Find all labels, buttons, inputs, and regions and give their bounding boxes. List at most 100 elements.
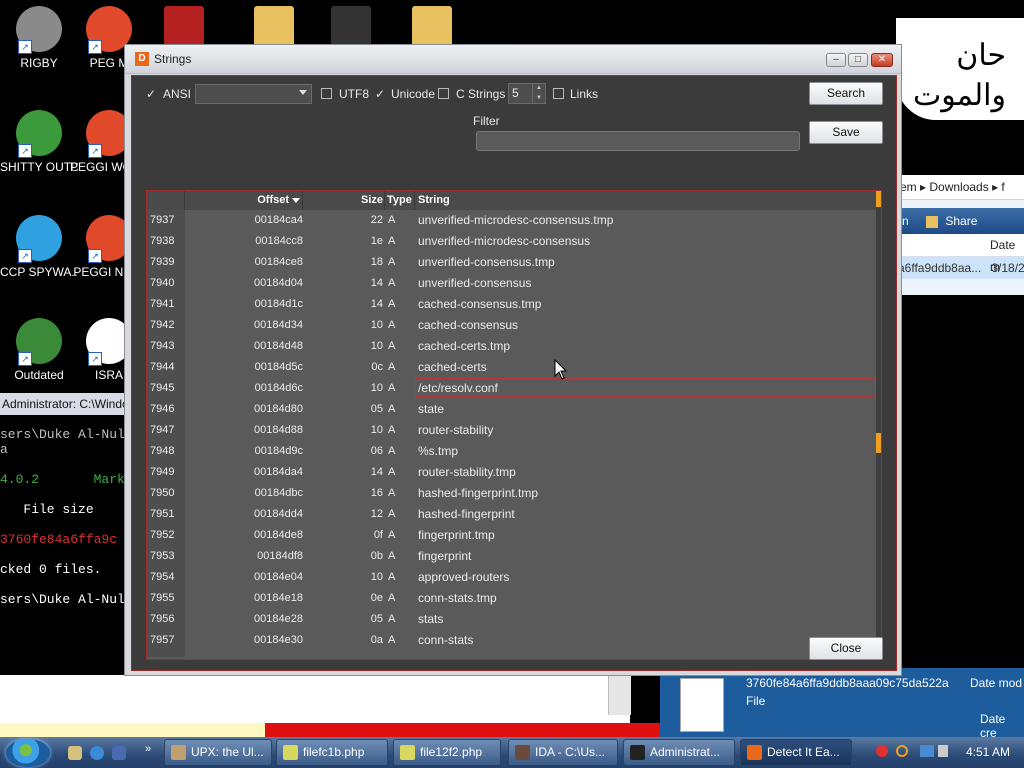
desktop-icon[interactable]: ↗ SHITTY OUTDAT...: [0, 110, 78, 174]
share-button[interactable]: Share: [945, 214, 977, 228]
unicode-check-icon[interactable]: ✓: [375, 86, 385, 102]
row-type: A: [388, 235, 396, 247]
table-row[interactable]: 7940 00184d04 14 Aunverified-consensus: [147, 273, 881, 294]
table-row[interactable]: 7957 00184e30 0a Aconn-stats: [147, 630, 881, 651]
table-row[interactable]: 7941 00184d1c 14 Acached-consensus.tmp: [147, 294, 881, 315]
save-button[interactable]: Save: [809, 121, 883, 144]
quicklaunch-chevron-icon[interactable]: »: [145, 743, 151, 755]
table-row[interactable]: 7942 00184d34 10 Acached-consensus: [147, 315, 881, 336]
die-icon: [747, 745, 762, 760]
taskbar-button[interactable]: Detect It Ea...: [740, 739, 852, 766]
column-header-offset[interactable]: Offset: [185, 191, 303, 210]
network-icon[interactable]: [920, 745, 934, 757]
row-offset: 00184e30: [254, 634, 303, 646]
cmd-line: sers\Duke Al-Nul: [0, 427, 125, 442]
filter-input[interactable]: [476, 131, 800, 151]
volume-icon[interactable]: [938, 745, 948, 757]
desktop-icon[interactable]: ↗ Outdated: [0, 318, 78, 382]
table-row[interactable]: 7953 00184df8 0b Afingerprint: [147, 546, 881, 567]
shortcut-arrow-icon: ↗: [18, 40, 32, 54]
spin-down-icon[interactable]: ▼: [533, 94, 545, 104]
spin-buttons[interactable]: ▲ ▼: [532, 84, 545, 103]
row-type: A: [388, 529, 396, 541]
close-window-button[interactable]: ✕: [871, 53, 893, 67]
column-header-size[interactable]: Size: [303, 191, 385, 210]
row-index: 7954: [147, 567, 185, 588]
row-string: router-stability.tmp: [418, 465, 516, 479]
cmd-line: [0, 487, 126, 502]
minimize-button[interactable]: –: [826, 53, 846, 67]
search-tray-icon[interactable]: [896, 745, 908, 757]
desktop-icon[interactable]: ↗ CCP SPYWA...: [0, 215, 78, 279]
taskbar-button[interactable]: filefc1b.php: [276, 739, 388, 766]
desktop-icon[interactable]: ↗ RIGBY: [0, 6, 78, 70]
clock[interactable]: 4:51 AM: [966, 745, 1010, 759]
background-scrollbar[interactable]: [608, 675, 631, 715]
table-row[interactable]: 7952 00184de8 0f Afingerprint.tmp: [147, 525, 881, 546]
column-header-index[interactable]: [147, 191, 185, 210]
maximize-button[interactable]: □: [848, 53, 868, 67]
row-size: 14: [370, 277, 383, 289]
shortcut-arrow-icon: ↗: [18, 144, 32, 158]
utf8-checkbox[interactable]: [321, 88, 332, 99]
start-button[interactable]: [6, 739, 50, 767]
explorer-toolbar: n Share: [896, 208, 1024, 234]
table-row[interactable]: 7951 00184dd4 12 Ahashed-fingerprint: [147, 504, 881, 525]
encoding-select[interactable]: [195, 84, 312, 104]
cmd-title[interactable]: Administrator: C:\Windows: [0, 393, 126, 415]
taskbar-button-label: file12f2.php: [420, 745, 483, 759]
table-row[interactable]: 7949 00184da4 14 Arouter-stability.tmp: [147, 462, 881, 483]
ansi-check-icon[interactable]: ✓: [146, 86, 156, 102]
security-alert-icon[interactable]: [876, 745, 888, 757]
column-header-type[interactable]: Type: [385, 191, 415, 210]
links-checkbox[interactable]: [553, 88, 564, 99]
taskbar-button[interactable]: file12f2.php: [393, 739, 501, 766]
row-size: 10: [370, 424, 383, 436]
strings-table[interactable]: Offset Size Type String 7937 00184ca4 22 Au…: [146, 190, 882, 660]
table-row-partial[interactable]: [147, 651, 881, 657]
table-row[interactable]: 7947 00184d88 10 Arouter-stability: [147, 420, 881, 441]
cmd-window[interactable]: Administrator: C:\Windows sers\Duke Al-N…: [0, 393, 126, 723]
taskbar-button[interactable]: UPX: the Ul...: [164, 739, 272, 766]
table-row[interactable]: 7946 00184d80 05 Astate: [147, 399, 881, 420]
explorer-column-date[interactable]: Date m: [896, 234, 1024, 274]
shortcut-arrow-icon: ↗: [88, 352, 102, 366]
close-button[interactable]: Close: [809, 637, 883, 660]
scroll-thumb[interactable]: [876, 433, 881, 453]
taskbar-button[interactable]: IDA - C:\Us...: [508, 739, 618, 766]
min-length-spinbox[interactable]: 5 ▲ ▼: [508, 83, 546, 104]
dialog-titlebar[interactable]: D Strings – □ ✕: [125, 45, 901, 74]
table-row[interactable]: 7943 00184d48 10 Acached-certs.tmp: [147, 336, 881, 357]
cmd-line: File size: [0, 502, 94, 517]
table-row[interactable]: 7954 00184e04 10 Aapproved-routers: [147, 567, 881, 588]
search-button[interactable]: Search: [809, 82, 883, 105]
ie-icon[interactable]: [90, 746, 104, 760]
table-row[interactable]: 7956 00184e28 05 Astats: [147, 609, 881, 630]
spin-up-icon[interactable]: ▲: [533, 84, 545, 94]
row-string: unverified-consensus: [418, 276, 532, 290]
scroll-up-arrow[interactable]: [876, 191, 881, 207]
table-row[interactable]: 7948 00184d9c 06 A %s.tmp: [147, 441, 881, 462]
show-desktop-icon[interactable]: [68, 746, 82, 760]
table-row[interactable]: 7944 00184d5c 0c Acached-certs: [147, 357, 881, 378]
table-row[interactable]: 7938 00184cc8 1e Aunverified-microdesc-cons…: [147, 231, 881, 252]
cstrings-checkbox[interactable]: [438, 88, 449, 99]
strings-dialog: D Strings – □ ✕ ✓ ANSI UTF8 ✓ Unicode C …: [124, 44, 902, 676]
column-header-string[interactable]: String: [415, 191, 881, 210]
table-scrollbar[interactable]: [876, 191, 881, 659]
switch-windows-icon[interactable]: [112, 746, 126, 760]
details-type: File: [746, 694, 766, 708]
row-type: A: [388, 571, 396, 583]
explorer-file-row[interactable]: a6ffa9ddb8aa... 3/18/2: [896, 257, 1024, 279]
row-string: router-stability: [418, 423, 494, 437]
row-offset: 00184e04: [254, 571, 303, 583]
table-row[interactable]: 7955 00184e18 0e Aconn-stats.tmp: [147, 588, 881, 609]
explorer-breadcrumb[interactable]: em ▸ Downloads ▸ f: [896, 175, 1024, 200]
table-row[interactable]: 7937 00184ca4 22 Aunverified-microdesc-cons…: [147, 210, 881, 231]
table-row[interactable]: 7950 00184dbc 16 Ahashed-fingerprint.tmp: [147, 483, 881, 504]
taskbar-button[interactable]: Administrat...: [623, 739, 735, 766]
table-row[interactable]: 7945 00184d6c 10 A/etc/resolv.conf: [147, 378, 881, 399]
table-row[interactable]: 7939 00184ce8 18 Aunverified-consensus.tmp: [147, 252, 881, 273]
explorer-toolbar-tail[interactable]: n: [902, 214, 909, 228]
cmd-line: 4.0.2 Mark: [0, 472, 125, 487]
